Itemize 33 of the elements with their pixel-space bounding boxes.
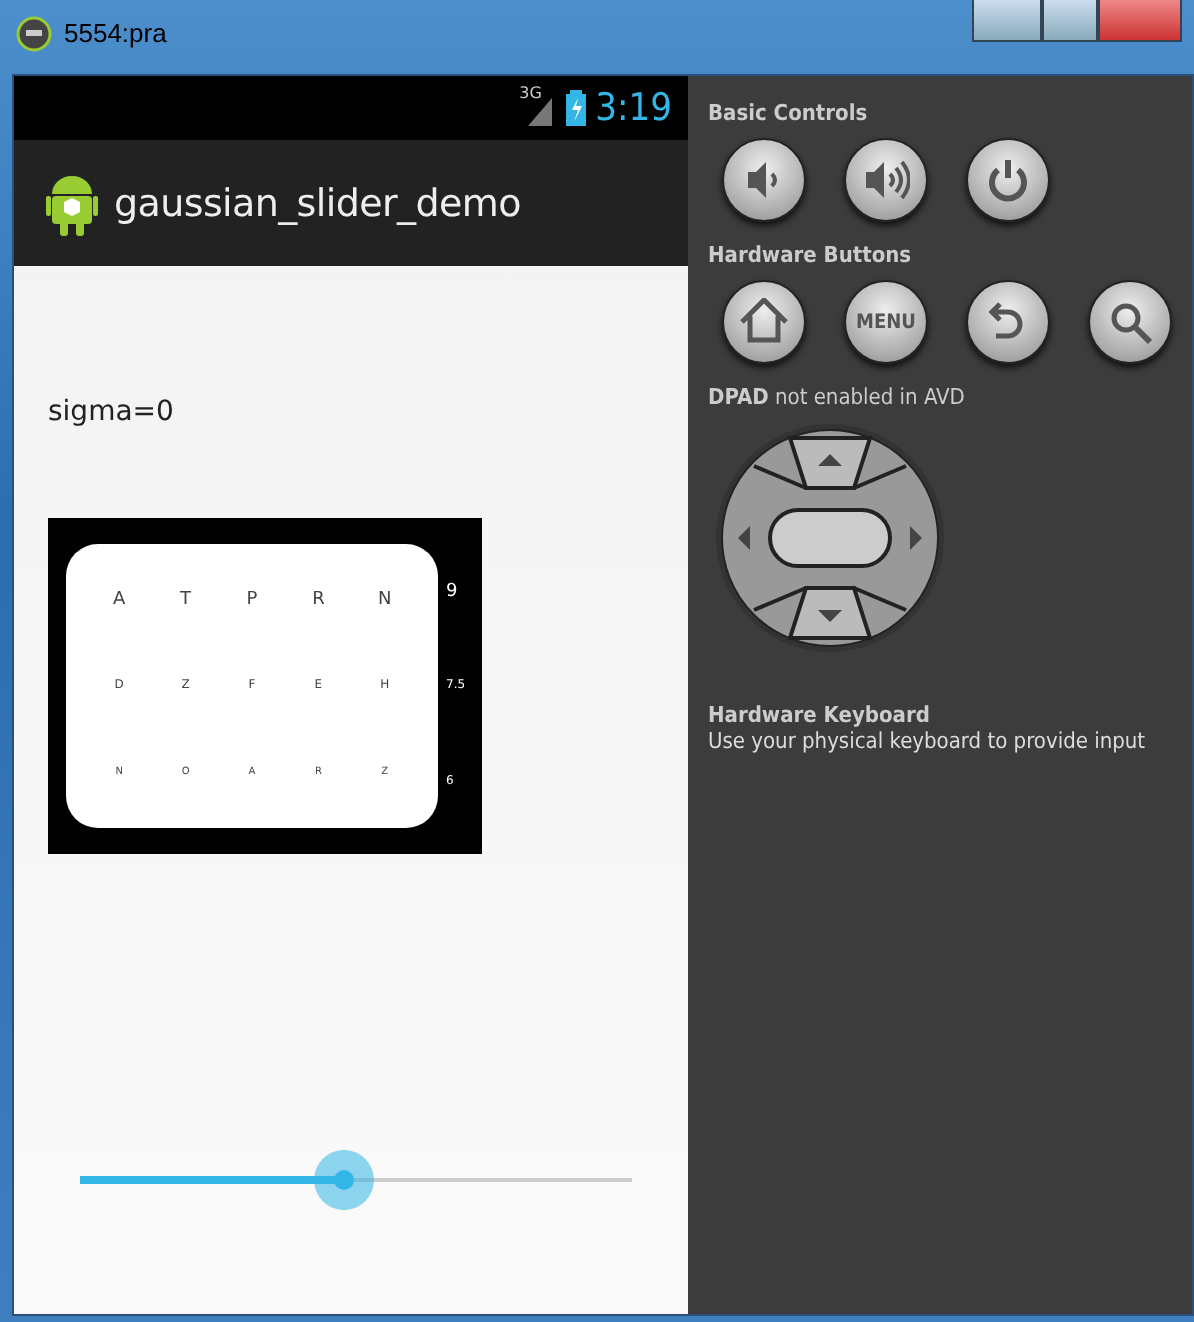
app-title: gaussian_slider_demo bbox=[114, 181, 521, 225]
search-button[interactable] bbox=[1088, 280, 1172, 364]
sigma-label: sigma=0 bbox=[48, 396, 174, 428]
close-button[interactable] bbox=[1098, 0, 1182, 42]
window-title: 5554:pra bbox=[64, 16, 167, 52]
minimize-button[interactable] bbox=[972, 0, 1042, 42]
chart-letter: R bbox=[312, 589, 325, 610]
chart-letter: N bbox=[378, 589, 392, 610]
section-title: DPAD not enabled in AVD bbox=[708, 384, 967, 410]
volume-up-icon bbox=[862, 156, 910, 204]
home-button[interactable] bbox=[722, 280, 806, 364]
keyboard-hint: Use your physical keyboard to provide input bbox=[708, 728, 1148, 754]
section-title: Basic Controls bbox=[708, 100, 870, 126]
status-time: 3:19 bbox=[595, 86, 672, 130]
chart-letter: T bbox=[180, 589, 192, 610]
back-button[interactable] bbox=[966, 280, 1050, 364]
volume-down-button[interactable] bbox=[722, 138, 806, 222]
volume-up-button[interactable] bbox=[844, 138, 928, 222]
battery-icon bbox=[565, 90, 586, 126]
power-button[interactable] bbox=[966, 138, 1050, 222]
app-icon bbox=[16, 16, 52, 52]
chart-letter: P bbox=[246, 589, 258, 610]
menu-button[interactable]: MENU bbox=[844, 280, 928, 364]
power-icon bbox=[984, 156, 1032, 204]
section-title: Hardware Keyboard bbox=[708, 702, 932, 728]
dpad-drawing[interactable] bbox=[714, 422, 946, 654]
search-icon bbox=[1106, 298, 1154, 346]
home-icon bbox=[740, 298, 788, 346]
line-size: 9 bbox=[446, 581, 460, 602]
chart-letter: A bbox=[113, 589, 126, 610]
section-title: Hardware Buttons bbox=[708, 242, 914, 268]
slider-thumb[interactable] bbox=[314, 1150, 375, 1210]
maximize-button[interactable] bbox=[1042, 0, 1098, 42]
